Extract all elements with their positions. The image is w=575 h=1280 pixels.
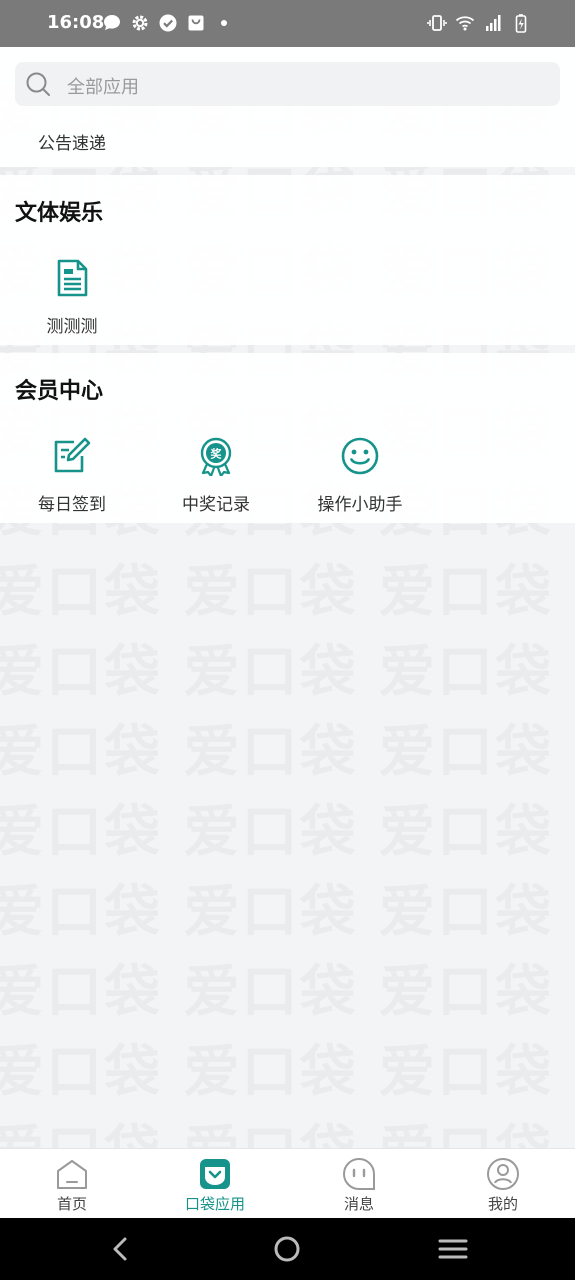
vibrate-icon [427, 15, 447, 31]
status-time: 16:08 [47, 12, 105, 33]
svg-text:奖: 奖 [211, 447, 223, 461]
tab-home[interactable]: 首页 [22, 1157, 122, 1214]
watermark-row: 爱口袋 爱口袋 爱口袋 爱口袋 爱口袋 [0, 707, 575, 788]
watermark-row: 爱口袋 爱口袋 爱口袋 爱口袋 爱口袋 [0, 947, 575, 1028]
status-bar: 16:08 [0, 0, 575, 47]
message-icon [343, 1157, 375, 1190]
battery-charging-icon [515, 14, 527, 33]
gear-icon [132, 15, 148, 31]
tab-label: 口袋应用 [184, 1195, 245, 1213]
app-label: 中奖记录 [182, 495, 250, 515]
tab-pocket-apps[interactable]: 口袋应用 [165, 1157, 265, 1214]
home-icon [57, 1160, 87, 1189]
watermark-row: 爱口袋 爱口袋 爱口袋 爱口袋 爱口袋 [0, 787, 575, 868]
tab-messages[interactable]: 消息 [309, 1157, 409, 1214]
tab-label: 我的 [487, 1195, 518, 1213]
search-header: 全部应用 公告速递 [0, 47, 575, 167]
back-icon[interactable] [106, 1234, 136, 1264]
shopping-bag-icon [188, 15, 204, 31]
app-item-assistant[interactable]: 操作小助手 [305, 436, 415, 515]
wifi-icon [455, 16, 475, 31]
signal-icon [486, 15, 501, 31]
profile-icon [487, 1158, 519, 1190]
watermark-row: 爱口袋 爱口袋 爱口袋 爱口袋 爱口袋 [0, 1027, 575, 1108]
app-label: 操作小助手 [317, 495, 403, 515]
document-icon [57, 259, 88, 297]
watermark-row: 爱口袋 爱口袋 爱口袋 爱口袋 爱口袋 [0, 547, 575, 628]
dot-icon [221, 20, 227, 26]
chat-bubble-icon [104, 15, 120, 30]
app-item-prize-records[interactable]: 奖 中奖记录 [161, 436, 271, 515]
search-placeholder: 全部应用 [67, 77, 139, 98]
app-item-quiz[interactable]: 测测测 [17, 258, 127, 337]
smiley-icon [341, 437, 379, 475]
search-bar[interactable]: 全部应用 [15, 62, 560, 106]
pocket-icon [200, 1159, 230, 1189]
section-title: 文体娱乐 [15, 201, 104, 226]
app-label: 测测测 [46, 317, 98, 337]
system-nav-bar [0, 1218, 575, 1280]
tab-label: 首页 [56, 1195, 87, 1213]
watermark-row: 爱口袋 爱口袋 爱口袋 爱口袋 爱口袋 [0, 627, 575, 708]
notice-label[interactable]: 公告速递 [38, 129, 106, 154]
check-circle-icon [159, 14, 177, 32]
award-badge-icon: 奖 [200, 437, 232, 476]
search-icon [26, 72, 50, 96]
bottom-tab-bar: 首页 口袋应用 消息 我的 [0, 1148, 575, 1218]
tab-label: 消息 [343, 1195, 374, 1213]
section-entertainment: 文体娱乐 测测测 [0, 175, 575, 345]
section-title: 会员中心 [15, 379, 104, 404]
edit-checkin-icon [54, 437, 91, 473]
app-item-daily-checkin[interactable]: 每日签到 [17, 436, 127, 515]
app-label: 每日签到 [38, 495, 106, 515]
menu-icon[interactable] [438, 1234, 468, 1264]
tab-profile[interactable]: 我的 [453, 1157, 553, 1214]
home-circle-icon[interactable] [272, 1234, 302, 1264]
section-member-center: 会员中心 每日签到 奖 中奖记录 操作小助手 [0, 353, 575, 523]
watermark-row: 爱口袋 爱口袋 爱口袋 爱口袋 爱口袋 [0, 867, 575, 948]
